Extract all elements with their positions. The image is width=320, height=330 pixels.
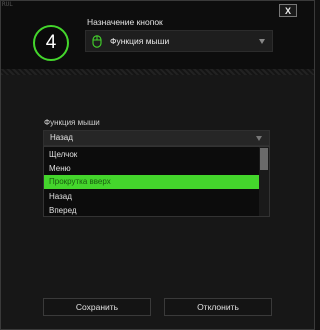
button-number-badge: 4 (33, 25, 69, 61)
cancel-button[interactable]: Отклонить (164, 298, 272, 316)
mouse-function-value: Назад (50, 133, 73, 142)
close-button[interactable]: X (279, 4, 297, 17)
chevron-down-icon (259, 39, 265, 44)
mouse-icon (92, 35, 102, 48)
dropdown-option-menu[interactable]: Меню (44, 162, 260, 176)
close-icon: X (284, 5, 291, 16)
chevron-down-icon (256, 136, 262, 141)
assignment-type-select[interactable]: Функция мыши (85, 30, 273, 52)
dialog-window: 4 Назначение кнопок Функция мыши RUL X Ф… (0, 0, 315, 330)
assign-title: Назначение кнопок (87, 17, 163, 27)
dropdown-scrollbar[interactable] (259, 147, 269, 216)
mouse-function-label: Функция мыши (44, 118, 100, 127)
dropdown-scrollbar-thumb[interactable] (260, 148, 268, 170)
save-button[interactable]: Сохранить (43, 298, 151, 316)
dropdown-option-click[interactable]: Щелчок (44, 148, 260, 162)
assignment-type-value: Функция мыши (110, 36, 170, 46)
mouse-function-select[interactable]: Назад (43, 130, 270, 146)
dropdown-option-back[interactable]: Назад (44, 190, 260, 204)
dropdown-option-forward[interactable]: Вперед (44, 204, 260, 216)
mouse-function-dropdown: Щелчок Меню Прокрутка вверх Назад Вперед (43, 146, 270, 217)
corner-text: RUL (2, 1, 13, 8)
dropdown-option-scroll-up[interactable]: Прокрутка вверх (44, 175, 260, 189)
header-panel: 4 Назначение кнопок Функция мыши (1, 1, 314, 69)
button-number: 4 (45, 32, 57, 53)
